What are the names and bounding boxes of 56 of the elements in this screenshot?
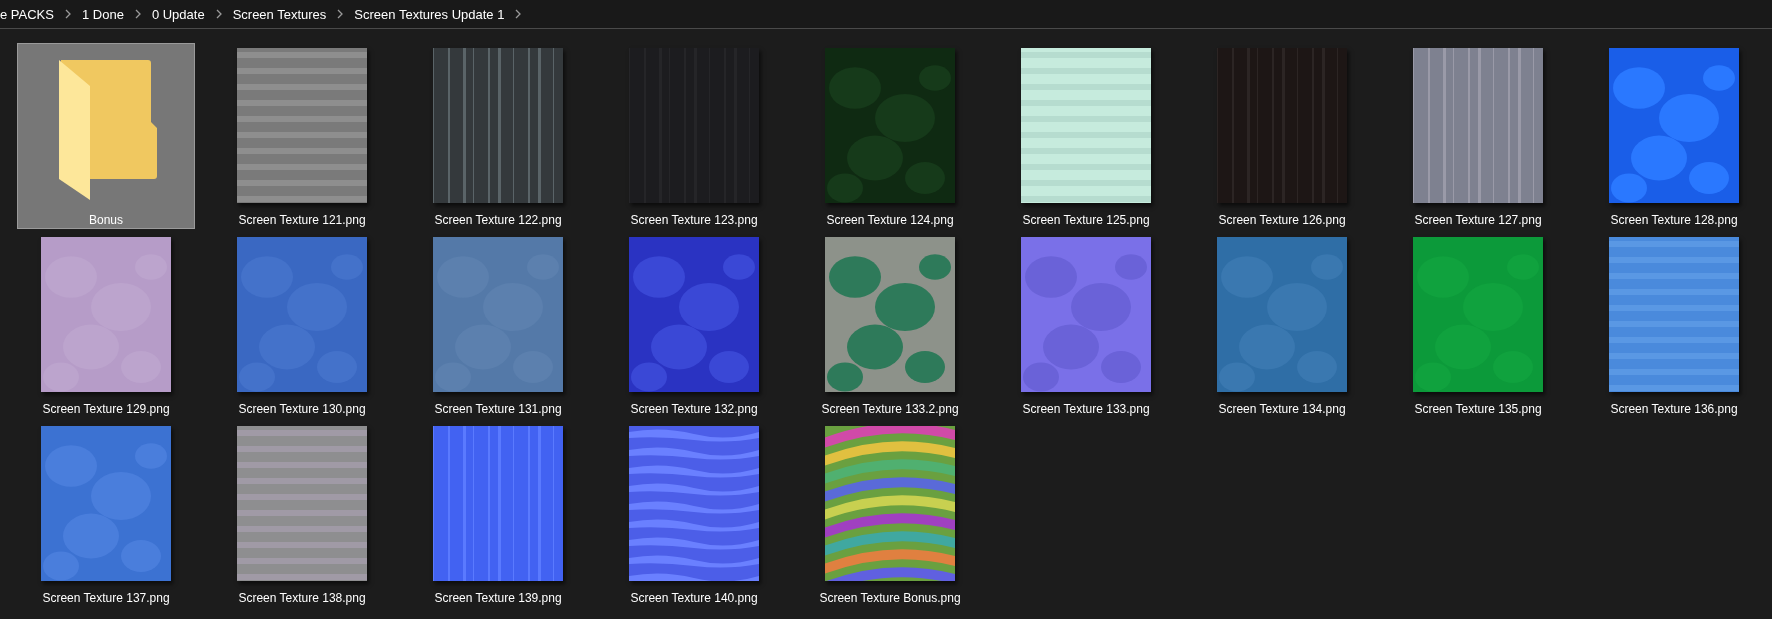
file-name: Screen Texture 125.png [1022,213,1150,227]
file-name: Screen Texture 140.png [630,591,758,605]
file-name: Screen Texture 135.png [1414,402,1542,416]
file-name: Screen Texture 126.png [1218,213,1346,227]
file-item[interactable]: Screen Texture 133.2.png [801,232,979,418]
file-name: Screen Texture 122.png [434,213,562,227]
file-item[interactable]: Screen Texture 139.png [409,421,587,607]
breadcrumb-item[interactable]: 1 Done [75,4,130,24]
file-item[interactable]: Screen Texture 136.png [1585,232,1763,418]
file-item[interactable]: Screen Texture 121.png [213,43,391,229]
chevron-icon[interactable] [336,9,345,19]
file-item[interactable]: Screen Texture 128.png [1585,43,1763,229]
file-item[interactable]: Screen Texture 135.png [1389,232,1567,418]
file-item[interactable]: Screen Texture 138.png [213,421,391,607]
chevron-icon[interactable] [63,9,72,19]
file-name: Screen Texture Bonus.png [819,591,961,605]
file-item[interactable]: Screen Texture 134.png [1193,232,1371,418]
file-name: Screen Texture 132.png [630,402,758,416]
file-item[interactable]: Screen Texture 124.png [801,43,979,229]
file-name: Screen Texture 124.png [826,213,954,227]
breadcrumb-item[interactable]: Screen Textures [226,4,333,24]
file-item[interactable]: Screen Texture 137.png [17,421,195,607]
file-name: Screen Texture 123.png [630,213,758,227]
chevron-icon[interactable] [514,9,523,19]
file-item[interactable]: Screen Texture Bonus.png [801,421,979,607]
file-name: Screen Texture 129.png [42,402,170,416]
file-name: Screen Texture 136.png [1610,402,1738,416]
file-item[interactable]: Screen Texture 127.png [1389,43,1567,229]
file-name: Screen Texture 128.png [1610,213,1738,227]
breadcrumb-item[interactable]: e PACKS [0,4,60,24]
file-name: Screen Texture 138.png [238,591,366,605]
folder-item[interactable]: Bonus [17,43,195,229]
file-name: Bonus [89,213,123,227]
file-name: Screen Texture 133.2.png [821,402,959,416]
chevron-icon[interactable] [214,9,223,19]
file-name: Screen Texture 139.png [434,591,562,605]
file-item[interactable]: Screen Texture 140.png [605,421,783,607]
breadcrumb-item[interactable]: 0 Update [145,4,211,24]
file-item[interactable]: Screen Texture 122.png [409,43,587,229]
file-name: Screen Texture 130.png [238,402,366,416]
chevron-icon[interactable] [133,9,142,19]
file-item[interactable]: Screen Texture 131.png [409,232,587,418]
file-item[interactable]: Screen Texture 130.png [213,232,391,418]
file-name: Screen Texture 131.png [434,402,562,416]
file-name: Screen Texture 137.png [42,591,170,605]
breadcrumb-item[interactable]: Screen Textures Update 1 [348,4,511,24]
file-item[interactable]: Screen Texture 123.png [605,43,783,229]
file-name: Screen Texture 121.png [238,213,366,227]
file-item[interactable]: Screen Texture 126.png [1193,43,1371,229]
file-item[interactable]: Screen Texture 133.png [997,232,1175,418]
file-item[interactable]: Screen Texture 129.png [17,232,195,418]
file-name: Screen Texture 133.png [1022,402,1150,416]
file-name: Screen Texture 134.png [1218,402,1346,416]
file-item[interactable]: Screen Texture 132.png [605,232,783,418]
file-name: Screen Texture 127.png [1414,213,1542,227]
file-item[interactable]: Screen Texture 125.png [997,43,1175,229]
